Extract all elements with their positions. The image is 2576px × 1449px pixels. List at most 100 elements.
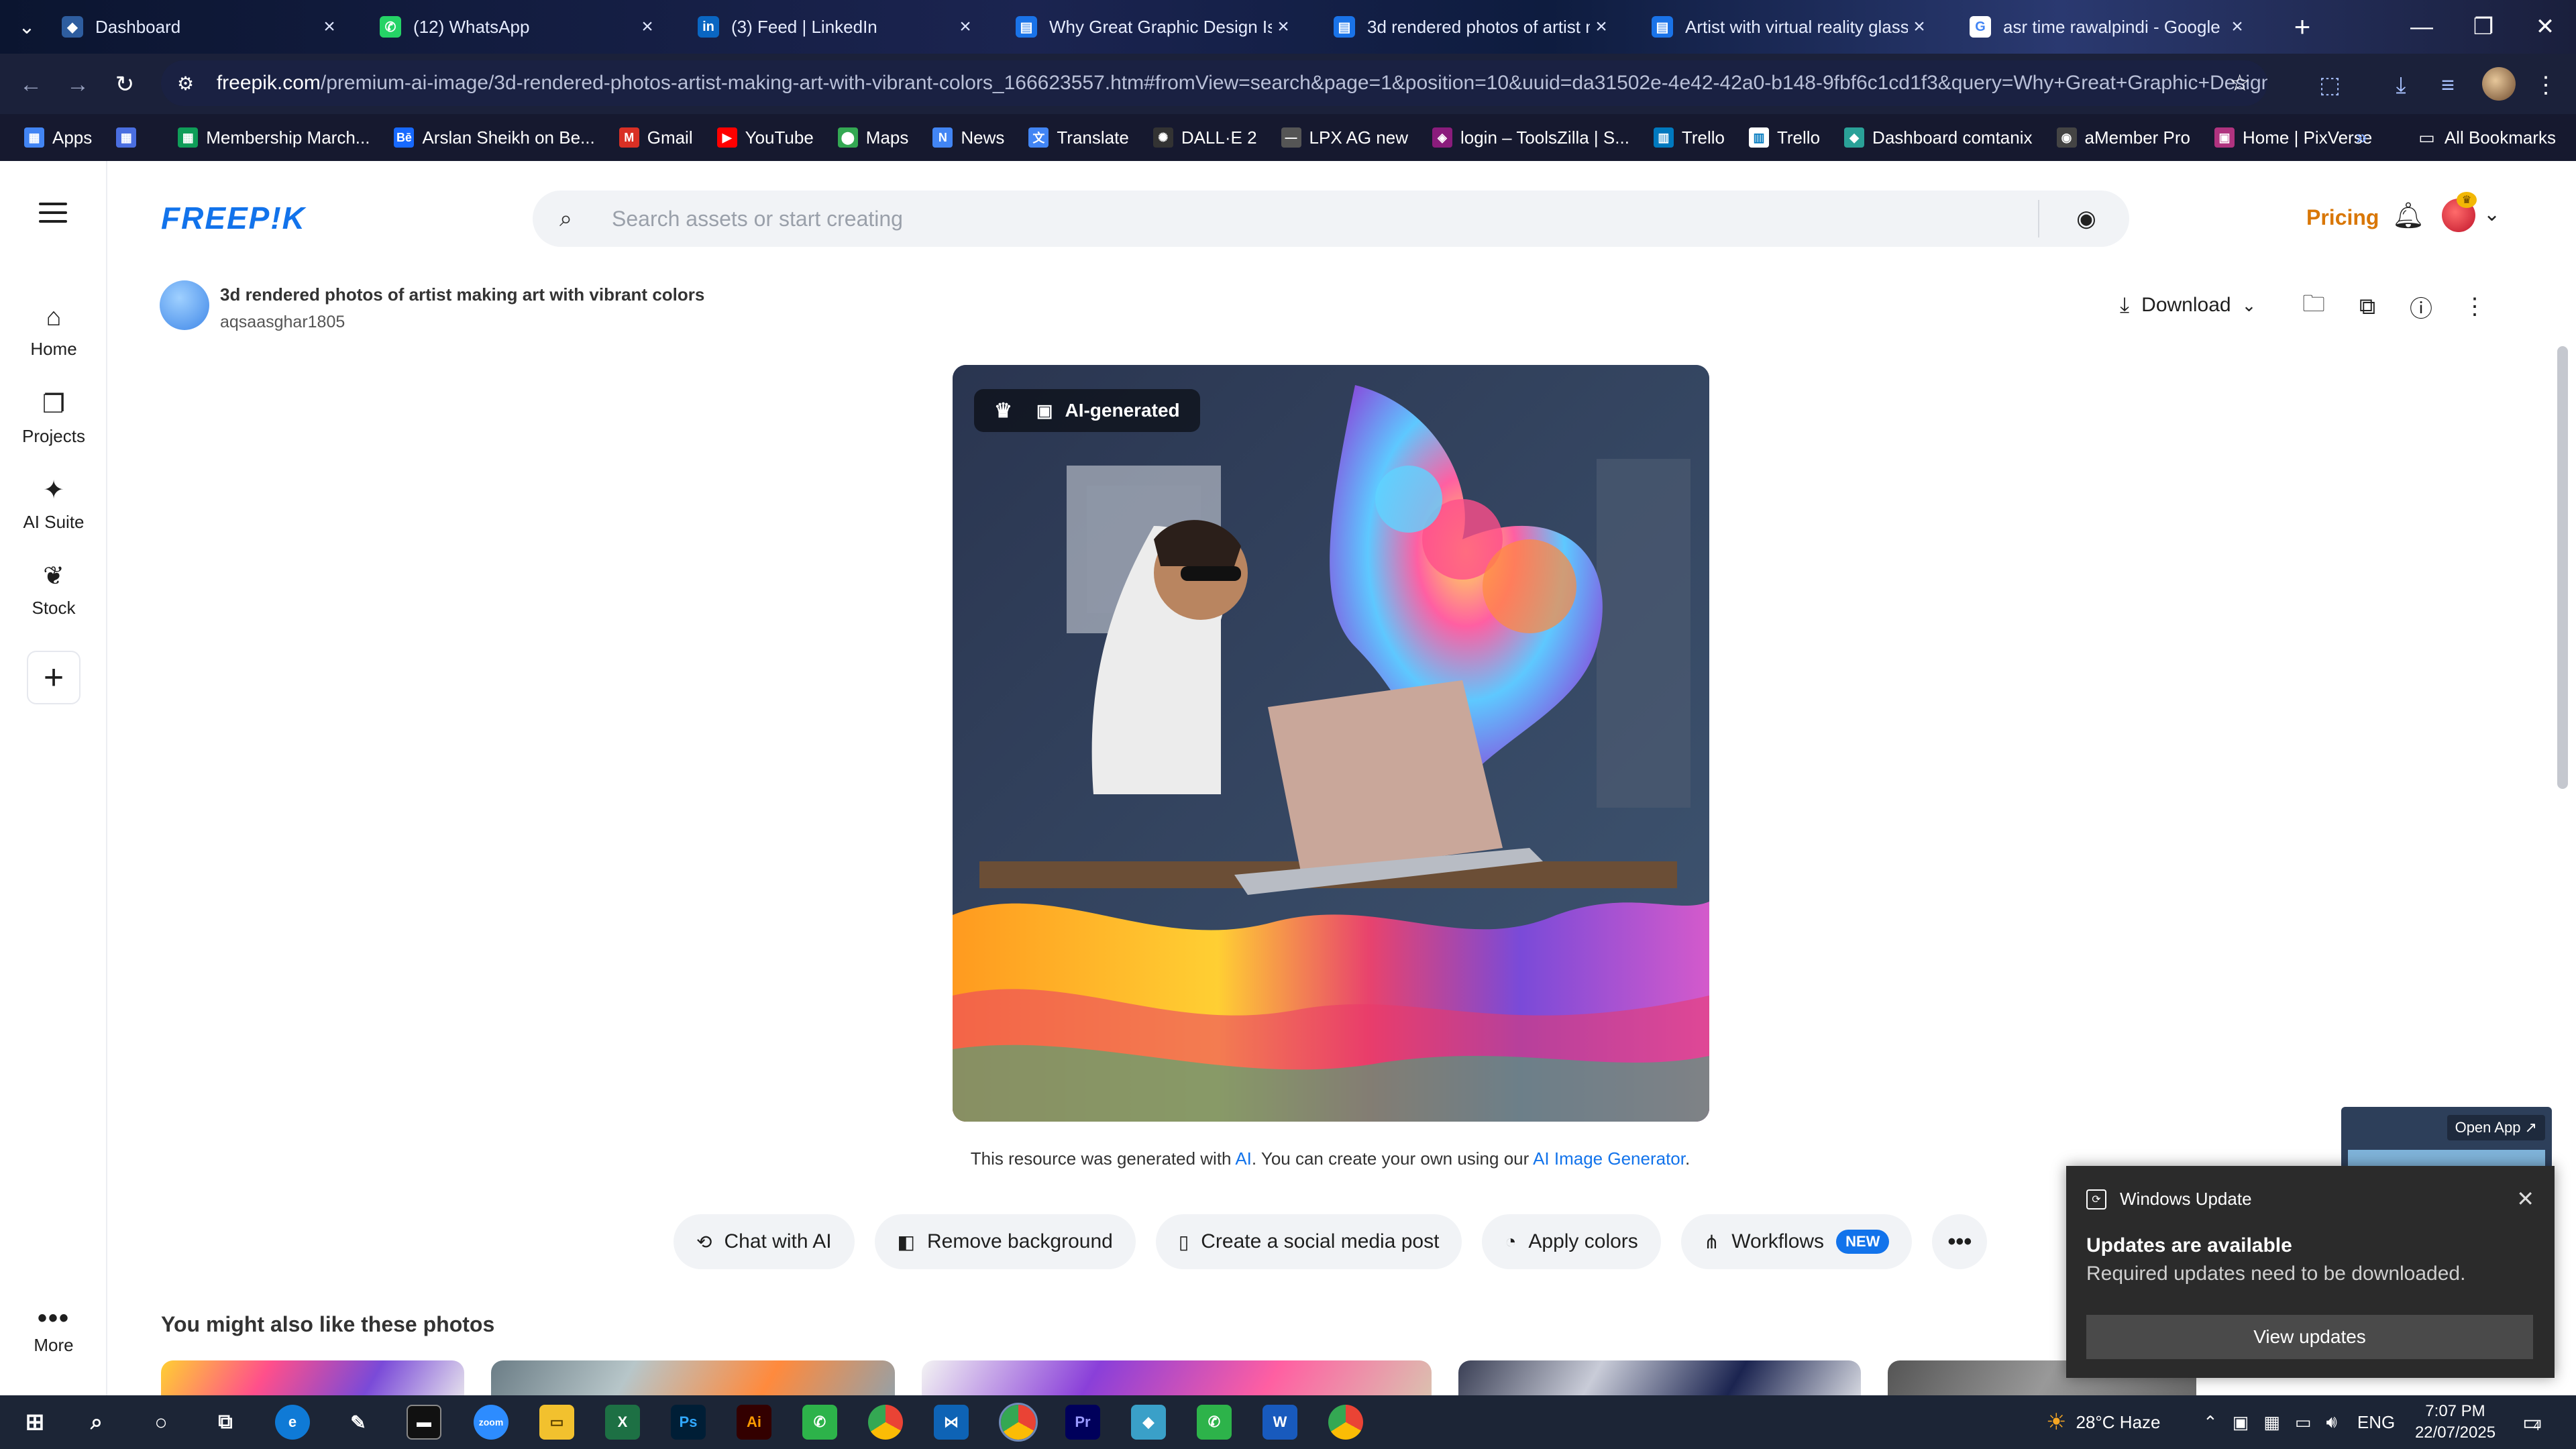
forward-icon[interactable]: → [60,67,95,102]
phone-app-icon[interactable]: ✆ [1197,1405,1232,1440]
browser-tab[interactable]: ◆ Dashboard × [47,7,356,47]
browser-tab[interactable]: in (3) Feed | LinkedIn × [683,7,991,47]
bookmark-item[interactable]: ⬤ Maps [837,127,908,148]
edge-icon[interactable]: e [275,1405,310,1440]
resource-author[interactable]: aqsaasghar1805 [220,313,345,332]
browser-tab[interactable]: ▤ Artist with virtual reality glasse × [1637,7,1945,47]
close-toast-icon[interactable]: ✕ [2516,1186,2534,1212]
page-scrollbar[interactable] [2557,346,2568,789]
chevron-down-icon[interactable]: ⌄ [2483,203,2500,226]
task-view-icon[interactable]: ⧉ [208,1405,243,1440]
bookmark-item[interactable]: ▥ Trello [1653,127,1725,148]
network-icon[interactable]: ▦ [2263,1412,2280,1433]
more-actions-button[interactable]: ••• [1932,1214,1988,1269]
browser-tab[interactable]: ▤ Why Great Graphic Design Is M × [1001,7,1309,47]
save-to-folder-icon[interactable]: 🗀︎ [2297,290,2330,323]
ai-image-generator-link[interactable]: AI Image Generator [1533,1148,1685,1169]
bookmark-item[interactable]: 文 Translate [1028,127,1129,148]
pricing-link[interactable]: Pricing [2306,205,2379,230]
restore-button[interactable]: ❐ [2453,0,2514,54]
browser-tab[interactable]: ✆ (12) WhatsApp × [365,7,674,47]
cortana-icon[interactable]: ○ [144,1405,178,1440]
workflows-button[interactable]: ⋔ Workflows NEW [1680,1214,1913,1269]
bookmark-item[interactable]: ▶ YouTube [716,127,814,148]
close-tab-icon[interactable]: × [2226,15,2249,38]
close-tab-icon[interactable]: × [1272,15,1295,38]
bookmark-item[interactable]: ◉ aMember Pro [2056,127,2190,148]
create-a-social-media-post-button[interactable]: ▯ Create a social media post [1155,1214,1462,1269]
user-avatar[interactable]: ♛ [2442,192,2477,232]
bookmark-item[interactable]: M Gmail [619,127,693,148]
bookmark-item[interactable]: ▦ [116,127,144,148]
windows-start-icon[interactable]: ⊞ [17,1405,52,1440]
rail-item-stock[interactable]: ❦ Stock [0,561,107,619]
view-updates-button[interactable]: View updates [2086,1315,2533,1359]
rail-more-button[interactable]: ••• More [0,1305,107,1356]
bookmark-item[interactable]: ▦ Membership March... [178,127,370,148]
ai-link[interactable]: AI [1235,1148,1252,1169]
pen-icon[interactable]: ✎ [341,1405,376,1440]
monitor-icon[interactable]: ▭ [2295,1412,2312,1433]
bell-icon[interactable]: 🔔︎ [2392,201,2424,231]
reload-icon[interactable]: ↻ [107,67,142,102]
extensions-icon[interactable]: ⬚ [2313,68,2347,102]
chrome-icon[interactable] [868,1405,903,1440]
excel-icon[interactable]: X [605,1405,640,1440]
search-icon[interactable]: ⌕ [79,1405,114,1440]
address-bar[interactable]: ⚙ freepik.com/premium-ai-image/3d-render… [161,60,2267,106]
terminal-icon[interactable]: ▬ [407,1405,441,1440]
bookmark-item[interactable]: ◆ Dashboard comtanix [1844,127,2033,148]
new-tab-button[interactable]: + [2285,9,2320,44]
close-tab-icon[interactable]: × [1908,15,1931,38]
close-tab-icon[interactable]: × [954,15,977,38]
app-icon[interactable]: ◆ [1131,1405,1166,1440]
language-indicator[interactable]: ENG [2357,1412,2395,1433]
bookmark-item[interactable]: — LPX AG new [1281,127,1408,148]
browser-tab[interactable]: ▤ 3d rendered photos of artist m × [1319,7,1627,47]
rail-item-projects[interactable]: ❐ Projects [0,389,107,447]
browser-menu-icon[interactable]: ⋮ [2529,68,2563,102]
bookmark-item[interactable]: ✺ DALL·E 2 [1152,127,1257,148]
bookmark-item[interactable]: ▦ Apps [24,127,92,148]
bookmark-star-icon[interactable]: ☆ [2230,70,2250,97]
info-icon[interactable]: ⓘ [2404,290,2438,323]
all-bookmarks-button[interactable]: ▭ All Bookmarks [2418,114,2556,161]
more-bookmarks-icon[interactable]: » [2356,114,2367,161]
minimize-button[interactable]: — [2391,0,2453,54]
close-window-button[interactable]: ✕ [2514,0,2576,54]
browser-tab[interactable]: Gasr time rawalpindi - Google Se × [1955,7,2263,47]
rail-item-ai-suite[interactable]: ✦ AI Suite [0,475,107,533]
chrome-icon[interactable] [1328,1405,1363,1440]
freepik-logo[interactable]: FREEP!K [161,200,306,236]
close-tab-icon[interactable]: × [636,15,659,38]
vscode-icon[interactable]: ⋈ [934,1405,969,1440]
volume-icon[interactable]: 🔊︎ [2326,1411,2337,1433]
chrome-active-icon[interactable] [999,1403,1038,1442]
show-hidden-icons-icon[interactable]: ⌃ [2203,1412,2218,1433]
photoshop-icon[interactable]: Ps [671,1405,706,1440]
search-input[interactable] [612,206,2038,231]
related-photo-thumbnail[interactable] [491,1360,895,1395]
download-button[interactable]: ⤓ Download ⌄ [2120,288,2256,322]
illustrator-icon[interactable]: Ai [737,1405,771,1440]
downloads-icon[interactable]: ⤓ [2384,68,2418,102]
close-tab-icon[interactable]: × [318,15,341,38]
create-plus-button[interactable]: + [27,651,80,704]
bookmark-item[interactable]: N News [932,127,1004,148]
notification-center-icon[interactable]: ▭ 4 [2522,1395,2542,1449]
remove-background-button[interactable]: ◧ Remove background [874,1214,1136,1269]
site-info-icon[interactable]: ⚙ [177,72,203,95]
edit-image-icon[interactable]: ⧉ [2351,290,2384,323]
taskbar-clock[interactable]: 7:07 PM 22/07/2025 [2402,1401,2509,1444]
phone-app-icon[interactable]: ✆ [802,1405,837,1440]
premiere-icon[interactable]: Pr [1065,1405,1100,1440]
weather-widget[interactable]: ☀ 28°C Haze [2046,1395,2161,1449]
camera-search-icon[interactable]: ◉ [2066,205,2106,232]
camera-icon[interactable]: ▣ [2233,1412,2249,1433]
rail-item-home[interactable]: ⌂ Home [0,303,107,360]
apply-colors-button[interactable]: ◔ Apply colors [1482,1214,1661,1269]
word-icon[interactable]: W [1263,1405,1297,1440]
tab-search-icon[interactable]: ⌄ [9,9,44,44]
chat-with-ai-button[interactable]: ⟲ Chat with AI [674,1214,855,1269]
bookmark-item[interactable]: ▣ Home | PixVerse [2214,127,2372,148]
